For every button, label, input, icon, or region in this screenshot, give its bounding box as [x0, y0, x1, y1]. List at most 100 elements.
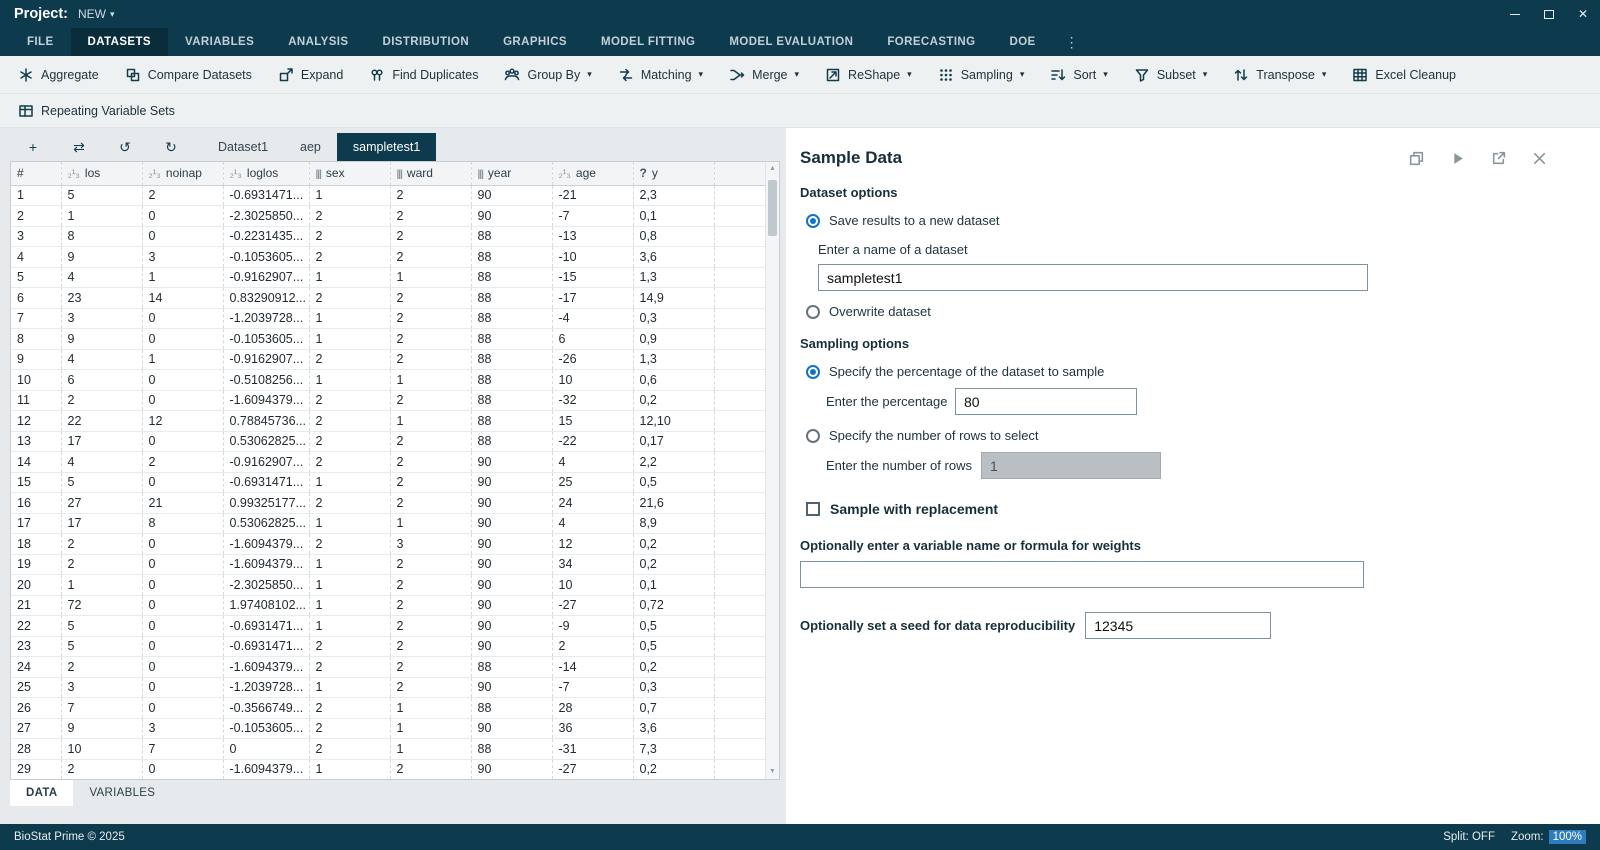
cell[interactable]: -27: [552, 595, 633, 616]
cell[interactable]: 0: [142, 226, 223, 247]
cell[interactable]: 2,2: [633, 452, 714, 473]
cell[interactable]: 1.97408102...: [223, 595, 309, 616]
cell[interactable]: 3,6: [633, 247, 714, 268]
cell[interactable]: 2: [61, 657, 142, 678]
cell[interactable]: 18: [11, 534, 61, 555]
cell[interactable]: 4: [61, 452, 142, 473]
cell[interactable]: 0: [142, 759, 223, 780]
cell[interactable]: -0.6931471...: [223, 636, 309, 657]
cell[interactable]: 12: [142, 411, 223, 432]
percentage-input[interactable]: [955, 388, 1137, 415]
cell[interactable]: 2: [390, 595, 471, 616]
cell[interactable]: -15: [552, 267, 633, 288]
cell[interactable]: 28: [552, 698, 633, 719]
cell[interactable]: 0,6: [633, 370, 714, 391]
cell[interactable]: 2,3: [633, 185, 714, 206]
cell[interactable]: 0: [142, 370, 223, 391]
cell[interactable]: 88: [471, 411, 552, 432]
cell[interactable]: 90: [471, 185, 552, 206]
cell[interactable]: 0: [142, 472, 223, 493]
cell[interactable]: 90: [471, 677, 552, 698]
cell[interactable]: -31: [552, 739, 633, 760]
cell[interactable]: 88: [471, 370, 552, 391]
cell[interactable]: 1: [61, 575, 142, 596]
cell[interactable]: 88: [471, 431, 552, 452]
zoom-value[interactable]: 100%: [1549, 830, 1586, 844]
cell[interactable]: 2: [11, 206, 61, 227]
column-header-sex[interactable]: |||sex: [309, 162, 390, 185]
cell[interactable]: 1: [309, 554, 390, 575]
cell[interactable]: 0,3: [633, 677, 714, 698]
cell[interactable]: 10: [61, 739, 142, 760]
cell[interactable]: 20: [11, 575, 61, 596]
menu-tab-datasets[interactable]: DATASETS: [71, 28, 168, 56]
cell[interactable]: 2: [309, 226, 390, 247]
cell[interactable]: 0: [142, 575, 223, 596]
view-tab-data[interactable]: DATA: [10, 780, 73, 806]
cell[interactable]: 88: [471, 390, 552, 411]
cell[interactable]: 2: [390, 226, 471, 247]
cell[interactable]: 72: [61, 595, 142, 616]
cell[interactable]: 5: [61, 185, 142, 206]
cell[interactable]: 1: [390, 698, 471, 719]
cell[interactable]: 1: [309, 575, 390, 596]
cell[interactable]: 15: [11, 472, 61, 493]
cell[interactable]: 26: [11, 698, 61, 719]
cell[interactable]: 2: [309, 431, 390, 452]
percentage-radio[interactable]: Specify the percentage of the dataset to…: [806, 364, 1600, 379]
redo-button[interactable]: ↻: [148, 133, 194, 161]
cell[interactable]: 21,6: [633, 493, 714, 514]
cell[interactable]: 90: [471, 636, 552, 657]
ribbon-merge-button[interactable]: Merge▾: [716, 56, 812, 93]
cell[interactable]: 17: [61, 431, 142, 452]
column-header-y[interactable]: ?y: [633, 162, 714, 185]
overwrite-dataset-radio[interactable]: Overwrite dataset: [806, 304, 1600, 319]
cell[interactable]: 0,7: [633, 698, 714, 719]
cell[interactable]: 0,9: [633, 329, 714, 350]
menu-tab-model-fitting[interactable]: MODEL FITTING: [584, 28, 712, 56]
dataset-name-input[interactable]: [818, 264, 1368, 291]
cell[interactable]: 90: [471, 534, 552, 555]
cell[interactable]: 90: [471, 206, 552, 227]
cell[interactable]: 1: [309, 267, 390, 288]
cell[interactable]: 88: [471, 308, 552, 329]
ribbon-sampling-button[interactable]: Sampling▾: [925, 56, 1038, 93]
cell[interactable]: 4: [61, 267, 142, 288]
cell[interactable]: 1: [309, 472, 390, 493]
cell[interactable]: 1: [309, 329, 390, 350]
cell[interactable]: 2: [309, 349, 390, 370]
cell[interactable]: 3: [61, 308, 142, 329]
cell[interactable]: 1: [309, 759, 390, 780]
cell[interactable]: -7: [552, 677, 633, 698]
cell[interactable]: 13: [11, 431, 61, 452]
cell[interactable]: -1.2039728...: [223, 677, 309, 698]
cell[interactable]: 4: [552, 513, 633, 534]
cell[interactable]: 1: [309, 616, 390, 637]
cell[interactable]: 4: [61, 349, 142, 370]
cell[interactable]: 2: [390, 206, 471, 227]
cell[interactable]: 7,3: [633, 739, 714, 760]
cell[interactable]: 90: [471, 452, 552, 473]
column-header-ward[interactable]: |||ward: [390, 162, 471, 185]
cell[interactable]: 1: [309, 370, 390, 391]
cell[interactable]: -32: [552, 390, 633, 411]
cell[interactable]: 0,8: [633, 226, 714, 247]
cell[interactable]: 2: [309, 657, 390, 678]
cell[interactable]: 1: [142, 267, 223, 288]
cell[interactable]: 12: [552, 534, 633, 555]
cell[interactable]: 24: [11, 657, 61, 678]
cell[interactable]: 10: [11, 370, 61, 391]
row-count-radio[interactable]: Specify the number of rows to select: [806, 428, 1600, 443]
cell[interactable]: 88: [471, 288, 552, 309]
cell[interactable]: -1.6094379...: [223, 657, 309, 678]
cell[interactable]: 90: [471, 759, 552, 780]
column-header-[interactable]: #: [11, 162, 61, 185]
cell[interactable]: 1: [390, 411, 471, 432]
cell[interactable]: 2: [309, 206, 390, 227]
cell[interactable]: 2: [390, 288, 471, 309]
cell[interactable]: 0,5: [633, 472, 714, 493]
cell[interactable]: 2: [309, 247, 390, 268]
scroll-down-icon[interactable]: ▼: [766, 765, 779, 779]
cell[interactable]: 24: [552, 493, 633, 514]
cell[interactable]: 0.53062825...: [223, 513, 309, 534]
